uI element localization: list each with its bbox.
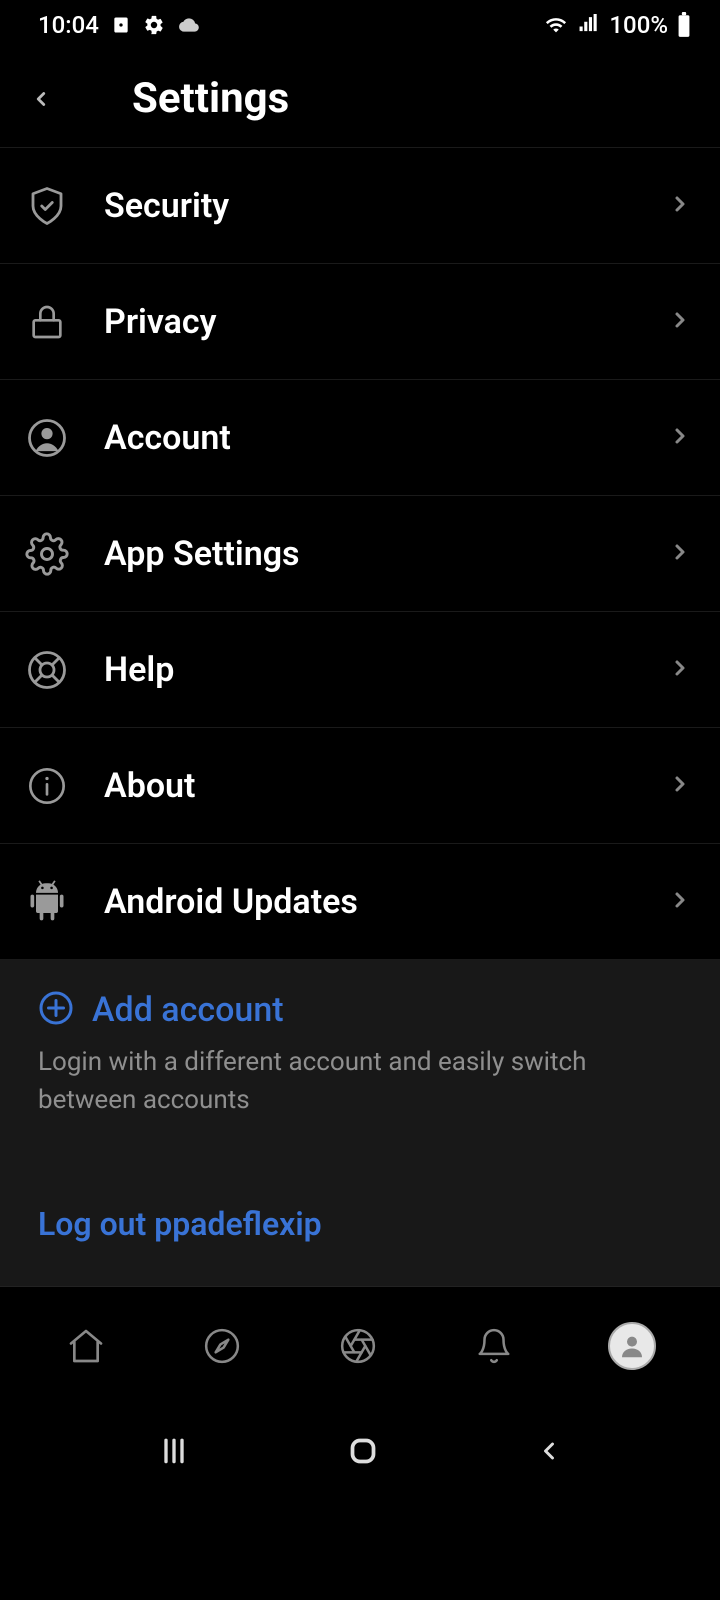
- notification-icon: [111, 15, 131, 35]
- sys-nav-back[interactable]: [535, 1434, 563, 1472]
- chevron-right-icon: [668, 189, 692, 223]
- battery-icon: [676, 12, 692, 38]
- sys-nav-home[interactable]: [345, 1433, 381, 1473]
- add-account-description: Login with a different account and easil…: [38, 1044, 682, 1119]
- footer-section: Add account Login with a different accou…: [0, 960, 720, 1286]
- chevron-right-icon: [668, 537, 692, 571]
- list-item-label: Security: [104, 186, 668, 226]
- nav-explore[interactable]: [200, 1324, 244, 1368]
- plus-circle-icon: [38, 990, 74, 1030]
- help-icon: [24, 647, 70, 693]
- lock-icon: [24, 299, 70, 345]
- shield-icon: [24, 183, 70, 229]
- signal-icon: [577, 14, 601, 36]
- system-nav: [0, 1404, 720, 1502]
- nav-home[interactable]: [64, 1324, 108, 1368]
- bottom-nav: [0, 1286, 720, 1404]
- chevron-right-icon: [668, 653, 692, 687]
- android-icon: [24, 879, 70, 925]
- list-item-app-settings[interactable]: App Settings: [0, 496, 720, 612]
- add-account-label: Add account: [92, 990, 284, 1030]
- list-item-about[interactable]: About: [0, 728, 720, 844]
- list-item-security[interactable]: Security: [0, 148, 720, 264]
- chevron-right-icon: [668, 305, 692, 339]
- list-item-label: App Settings: [104, 534, 668, 574]
- list-item-android-updates[interactable]: Android Updates: [0, 844, 720, 960]
- settings-status-icon: [143, 14, 165, 36]
- status-right: 100%: [543, 11, 692, 39]
- chevron-right-icon: [668, 885, 692, 919]
- nav-profile[interactable]: [608, 1322, 656, 1370]
- list-item-account[interactable]: Account: [0, 380, 720, 496]
- list-item-label: Account: [104, 418, 668, 458]
- nav-aperture[interactable]: [336, 1324, 380, 1368]
- list-item-privacy[interactable]: Privacy: [0, 264, 720, 380]
- page-title: Settings: [132, 74, 289, 123]
- back-button[interactable]: [30, 69, 90, 129]
- wifi-icon: [543, 14, 569, 36]
- nav-notifications[interactable]: [472, 1324, 516, 1368]
- account-icon: [24, 415, 70, 461]
- chevron-right-icon: [668, 421, 692, 455]
- cloud-status-icon: [177, 15, 201, 35]
- chevron-right-icon: [668, 769, 692, 803]
- info-icon: [24, 763, 70, 809]
- list-item-help[interactable]: Help: [0, 612, 720, 728]
- status-time: 10:04: [38, 11, 99, 39]
- list-item-label: About: [104, 766, 668, 806]
- status-bar: 10:04 100%: [0, 0, 720, 50]
- list-item-label: Android Updates: [104, 882, 668, 922]
- list-item-label: Help: [104, 650, 668, 690]
- logout-button[interactable]: Log out ppadeflexip: [38, 1205, 322, 1243]
- app-header: Settings: [0, 50, 720, 148]
- add-account-button[interactable]: Add account Login with a different accou…: [38, 990, 682, 1119]
- sys-nav-recents[interactable]: [157, 1435, 191, 1471]
- list-item-label: Privacy: [104, 302, 668, 342]
- gear-icon: [24, 531, 70, 577]
- status-left: 10:04: [38, 11, 201, 39]
- battery-percent: 100%: [609, 11, 668, 39]
- settings-list: Security Privacy Account App Settings: [0, 148, 720, 960]
